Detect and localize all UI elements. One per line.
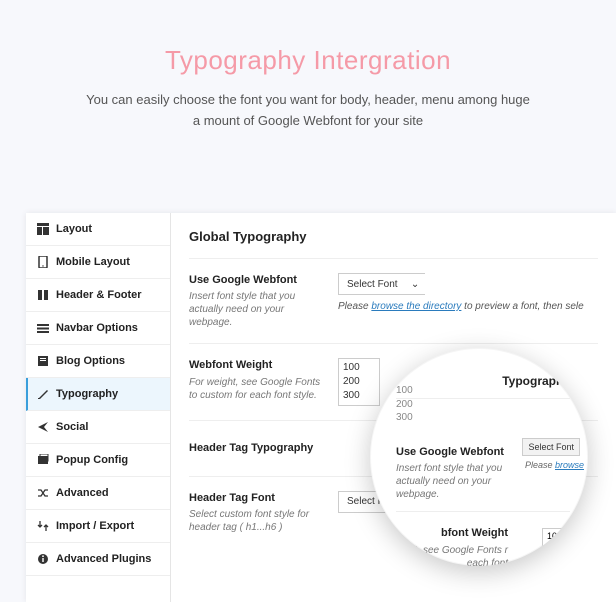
sidebar-item-label: Social xyxy=(56,421,88,433)
info-icon xyxy=(36,552,50,566)
sidebar-item-label: Typography xyxy=(56,388,118,400)
mag-weight-options: 100 200 300 xyxy=(396,384,413,425)
field-label: Webfont Weight xyxy=(189,358,324,372)
sidebar-item-social[interactable]: Social xyxy=(26,411,170,444)
select-value: Select Font xyxy=(339,274,406,294)
magnifier-lens: Typography 100 200 300 Use Google Webfon… xyxy=(370,348,588,566)
page-title: Typography Intergration xyxy=(0,45,616,76)
sidebar-item-layout[interactable]: Layout xyxy=(26,213,170,246)
field-desc: Insert font style that you actually need… xyxy=(189,290,324,329)
sidebar-item-popup-config[interactable]: Popup Config xyxy=(26,444,170,477)
mag-hint: Please browse xyxy=(525,460,584,470)
field-label: bfont Weight xyxy=(396,526,508,540)
sidebar-item-import-export[interactable]: Import / Export xyxy=(26,510,170,543)
headerfooter-icon xyxy=(36,288,50,302)
field-label: Header Tag Font xyxy=(189,491,324,505)
sidebar-item-blog-options[interactable]: Blog Options xyxy=(26,345,170,378)
layout-icon xyxy=(36,222,50,236)
sidebar-item-advanced[interactable]: Advanced xyxy=(26,477,170,510)
sidebar-item-label: Navbar Options xyxy=(56,322,138,334)
chevron-down-icon: ⌄ xyxy=(406,274,424,294)
field-label: Use Google Webfont xyxy=(189,273,324,287)
sidebar-item-label: Header & Footer xyxy=(56,289,142,301)
field-desc: Select custom font style for header tag … xyxy=(189,508,324,534)
field-label: Use Google Webfont xyxy=(396,445,508,459)
field-desc: For weight, see Google Fonts to custom f… xyxy=(189,376,324,402)
mag-weight-listbox[interactable]: 100 200 xyxy=(542,528,578,556)
mobile-icon xyxy=(36,255,50,269)
field-hint: Please browse the directory to preview a… xyxy=(338,301,598,312)
sidebar-item-navbar-options[interactable]: Navbar Options xyxy=(26,312,170,345)
sidebar-item-header-footer[interactable]: Header & Footer xyxy=(26,279,170,312)
sidebar-item-label: Popup Config xyxy=(56,454,128,466)
field-google-webfont: Use Google Webfont Insert font style tha… xyxy=(189,259,598,344)
browse-directory-link[interactable]: browse the directory xyxy=(371,301,461,312)
sidebar-item-label: Advanced xyxy=(56,487,109,499)
blog-icon xyxy=(36,354,50,368)
typography-icon xyxy=(36,387,50,401)
sidebar-item-typography[interactable]: Typography xyxy=(26,378,170,411)
popup-icon xyxy=(36,453,50,467)
import-export-icon xyxy=(36,519,50,533)
navbar-icon xyxy=(36,321,50,335)
mag-font-select[interactable]: Select Font xyxy=(522,438,580,456)
sidebar: Layout Mobile Layout Header & Footer Nav… xyxy=(26,213,171,602)
mag-browse-link[interactable]: browse xyxy=(555,460,584,470)
sidebar-item-label: Blog Options xyxy=(56,355,125,367)
sidebar-item-label: Layout xyxy=(56,223,92,235)
section-header: Global Typography xyxy=(189,213,598,259)
field-desc: ht, see Google Fonts r each font xyxy=(396,544,508,566)
font-select[interactable]: Select Font ⌄ xyxy=(338,273,425,295)
field-label: Header Tag Typography xyxy=(189,441,324,455)
sidebar-item-label: Advanced Plugins xyxy=(56,553,151,565)
field-desc: Insert font style that you actually need… xyxy=(396,462,508,501)
shuffle-icon xyxy=(36,486,50,500)
sidebar-item-label: Import / Export xyxy=(56,520,134,532)
share-icon xyxy=(36,420,50,434)
sidebar-item-mobile-layout[interactable]: Mobile Layout xyxy=(26,246,170,279)
page-subtitle: You can easily choose the font you want … xyxy=(83,90,533,132)
mag-section-header: Typography xyxy=(396,368,570,399)
sidebar-item-advanced-plugins[interactable]: Advanced Plugins xyxy=(26,543,170,576)
sidebar-item-label: Mobile Layout xyxy=(56,256,130,268)
